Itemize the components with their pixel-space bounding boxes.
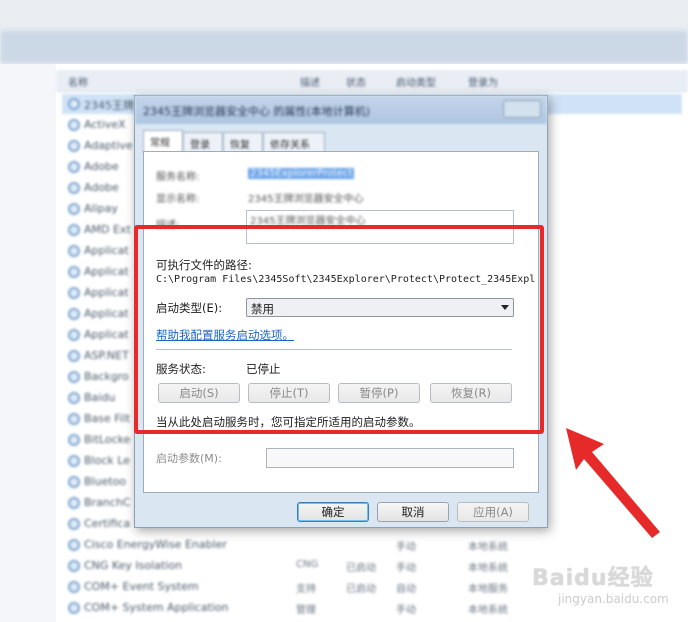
service-row-name: ActiveX bbox=[84, 118, 126, 131]
gear-icon bbox=[68, 182, 80, 194]
gear-icon bbox=[68, 560, 80, 572]
service-row-name: Applicat bbox=[84, 307, 129, 320]
tab-dependencies[interactable]: 依存关系 bbox=[263, 132, 325, 152]
service-row-name: Applicat bbox=[84, 265, 129, 278]
service-row-name: BitLocke bbox=[84, 433, 131, 446]
column-header-name[interactable]: 名称 bbox=[68, 74, 88, 89]
service-row-name: ASP.NET bbox=[84, 349, 129, 362]
start-params-input[interactable] bbox=[266, 448, 514, 468]
gear-icon bbox=[68, 392, 80, 404]
column-header-log-on-as[interactable]: 登录为 bbox=[468, 74, 498, 89]
apply-button[interactable]: 应用(A) bbox=[457, 502, 529, 522]
service-row-name: Cisco EnergyWise Enabler bbox=[84, 538, 227, 551]
service-row-c4: 本地系统 bbox=[468, 542, 508, 553]
ok-button[interactable]: 确定 bbox=[297, 502, 369, 522]
gear-icon bbox=[68, 497, 80, 509]
service-row-c1: 支持 bbox=[296, 584, 316, 595]
gear-icon bbox=[68, 140, 80, 152]
background-toolbar bbox=[0, 0, 688, 30]
column-header-description[interactable]: 描述 bbox=[300, 74, 320, 89]
service-row-name: Base Filt bbox=[84, 412, 131, 425]
gear-icon bbox=[68, 287, 80, 299]
display-name-label: 显示名称: bbox=[156, 194, 200, 205]
service-row-name: Block Le bbox=[84, 454, 130, 467]
gear-icon bbox=[68, 98, 80, 110]
service-name-label: 服务名称: bbox=[156, 172, 200, 183]
service-row-name: Applicat bbox=[84, 286, 129, 299]
display-name-value: 2345王牌浏览器安全中心 bbox=[248, 194, 364, 205]
service-row-c2: 已启动 bbox=[346, 563, 376, 574]
red-arrow-icon bbox=[566, 428, 660, 538]
gear-icon bbox=[68, 434, 80, 446]
service-row-name: Alipay bbox=[84, 202, 118, 215]
tab-log-on[interactable]: 登录 bbox=[183, 132, 223, 152]
service-row-c1: CNG bbox=[296, 559, 319, 570]
service-row-name: Baidu bbox=[84, 391, 116, 404]
service-row-name: 2345王牌 bbox=[84, 99, 134, 112]
service-row-c4: 本地系统 bbox=[468, 605, 508, 616]
gear-icon bbox=[68, 476, 80, 488]
service-row-name: Backgro bbox=[84, 370, 129, 383]
gear-icon bbox=[68, 245, 80, 257]
screenshot-stage: 名称 描述 状态 启动类型 登录为 2345王牌 ActiveX Adaptive A… bbox=[0, 0, 688, 622]
service-row-name: COM+ Event System bbox=[84, 580, 199, 593]
column-header-startup-type[interactable]: 启动类型 bbox=[396, 74, 436, 89]
gear-icon bbox=[68, 224, 80, 236]
gear-icon bbox=[68, 371, 80, 383]
tab-recovery[interactable]: 恢复 bbox=[223, 132, 263, 152]
service-row-c4: 本地服务 bbox=[468, 584, 508, 595]
service-row-name: Bluetoo bbox=[84, 475, 127, 488]
gear-icon bbox=[68, 308, 80, 320]
gear-icon bbox=[68, 350, 80, 362]
service-row-c4: 本地系统 bbox=[468, 563, 508, 574]
service-row-name: Certifica bbox=[84, 517, 131, 530]
service-name-value[interactable]: 2345ExplorerProtect bbox=[248, 168, 355, 179]
service-row-name: CNG Key Isolation bbox=[84, 559, 182, 572]
service-row-c1: 管理 bbox=[296, 605, 316, 616]
gear-icon bbox=[68, 329, 80, 341]
service-row-c3: 自动 bbox=[396, 584, 416, 595]
background-header-band bbox=[0, 30, 688, 64]
gear-icon bbox=[68, 203, 80, 215]
column-header-status[interactable]: 状态 bbox=[346, 74, 366, 89]
gear-icon bbox=[68, 581, 80, 593]
gear-icon bbox=[68, 119, 80, 131]
service-row-name: BranchC bbox=[84, 496, 131, 509]
background-left-pane bbox=[0, 64, 56, 622]
service-row-c3: 手动 bbox=[396, 563, 416, 574]
service-row-c3: 手动 bbox=[396, 542, 416, 553]
gear-icon bbox=[68, 455, 80, 467]
highlight-box bbox=[134, 225, 544, 434]
service-row-name: Applicat bbox=[84, 244, 129, 257]
gear-icon bbox=[68, 539, 80, 551]
service-row-c2: 已启动 bbox=[346, 584, 376, 595]
service-row-name: AMD Ext bbox=[84, 223, 131, 236]
close-button[interactable] bbox=[503, 100, 541, 118]
gear-icon bbox=[68, 518, 80, 530]
service-row-name: Adaptive bbox=[84, 139, 133, 152]
cancel-button[interactable]: 取消 bbox=[377, 502, 449, 522]
gear-icon bbox=[68, 413, 80, 425]
baidu-watermark-logo: Baidu经验 bbox=[532, 566, 654, 591]
tab-general[interactable]: 常规 bbox=[143, 130, 183, 153]
dialog-title: 2345王牌浏览器安全中心 的属性(本地计算机) bbox=[143, 105, 371, 118]
start-params-label: 启动参数(M): bbox=[156, 452, 222, 465]
service-row-name: Adobe bbox=[84, 160, 119, 173]
services-list-header: 名称 描述 状态 启动类型 登录为 bbox=[56, 70, 688, 92]
service-row-name: Adobe bbox=[84, 181, 119, 194]
gear-icon bbox=[68, 602, 80, 614]
gear-icon bbox=[68, 161, 80, 173]
service-row-name: Applicat bbox=[84, 328, 129, 341]
gear-icon bbox=[68, 266, 80, 278]
service-row-c3: 手动 bbox=[396, 605, 416, 616]
service-row-name: COM+ System Application bbox=[84, 601, 229, 614]
baidu-watermark-url: jingyan.baidu.com bbox=[558, 592, 669, 606]
